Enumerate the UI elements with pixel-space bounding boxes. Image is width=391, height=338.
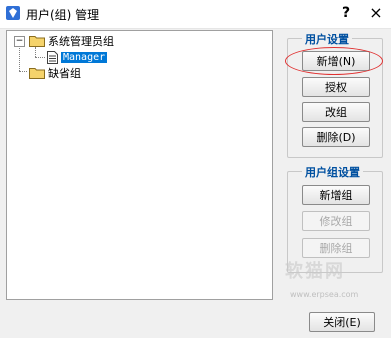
folder-icon: [29, 35, 45, 47]
delete-group-button[interactable]: 删除组: [302, 238, 370, 258]
user-group-tree[interactable]: − 系统管理员组 Manager 缺省组: [6, 30, 273, 300]
tree-node-label-selected: Manager: [61, 51, 108, 63]
tree-collapse-toggle[interactable]: −: [14, 35, 25, 47]
window-title: 用户(组) 管理: [26, 8, 100, 22]
help-button[interactable]: ?: [337, 4, 355, 22]
tree-connector: [35, 57, 45, 58]
user-document-icon: [47, 50, 58, 64]
tree-node-label: 缺省组: [48, 67, 81, 80]
new-group-button[interactable]: 新增组: [302, 185, 370, 205]
modify-group-button[interactable]: 修改组: [302, 211, 370, 231]
watermark-logo: 软猫网: [285, 261, 345, 282]
close-dialog-button[interactable]: 关闭(E): [309, 312, 375, 332]
group-settings-title: 用户组设置: [302, 164, 363, 180]
change-group-button[interactable]: 改组: [302, 102, 370, 122]
delete-user-button[interactable]: 删除(D): [302, 127, 370, 147]
authorize-button[interactable]: 授权: [302, 77, 370, 97]
app-icon: [6, 6, 20, 20]
watermark-url: www.erpsea.com: [290, 290, 359, 299]
title-bar: 用户(组) 管理 ? ×: [0, 0, 391, 29]
tree-node-manager[interactable]: Manager: [45, 49, 108, 65]
tree-node-admin-group[interactable]: − 系统管理员组: [14, 33, 114, 49]
folder-icon: [29, 67, 45, 79]
user-settings-title: 用户设置: [302, 31, 352, 47]
close-window-button[interactable]: ×: [367, 4, 385, 22]
tree-node-default-group[interactable]: 缺省组: [14, 65, 81, 81]
tree-node-label: 系统管理员组: [48, 35, 114, 48]
highlight-circle: [285, 47, 383, 75]
